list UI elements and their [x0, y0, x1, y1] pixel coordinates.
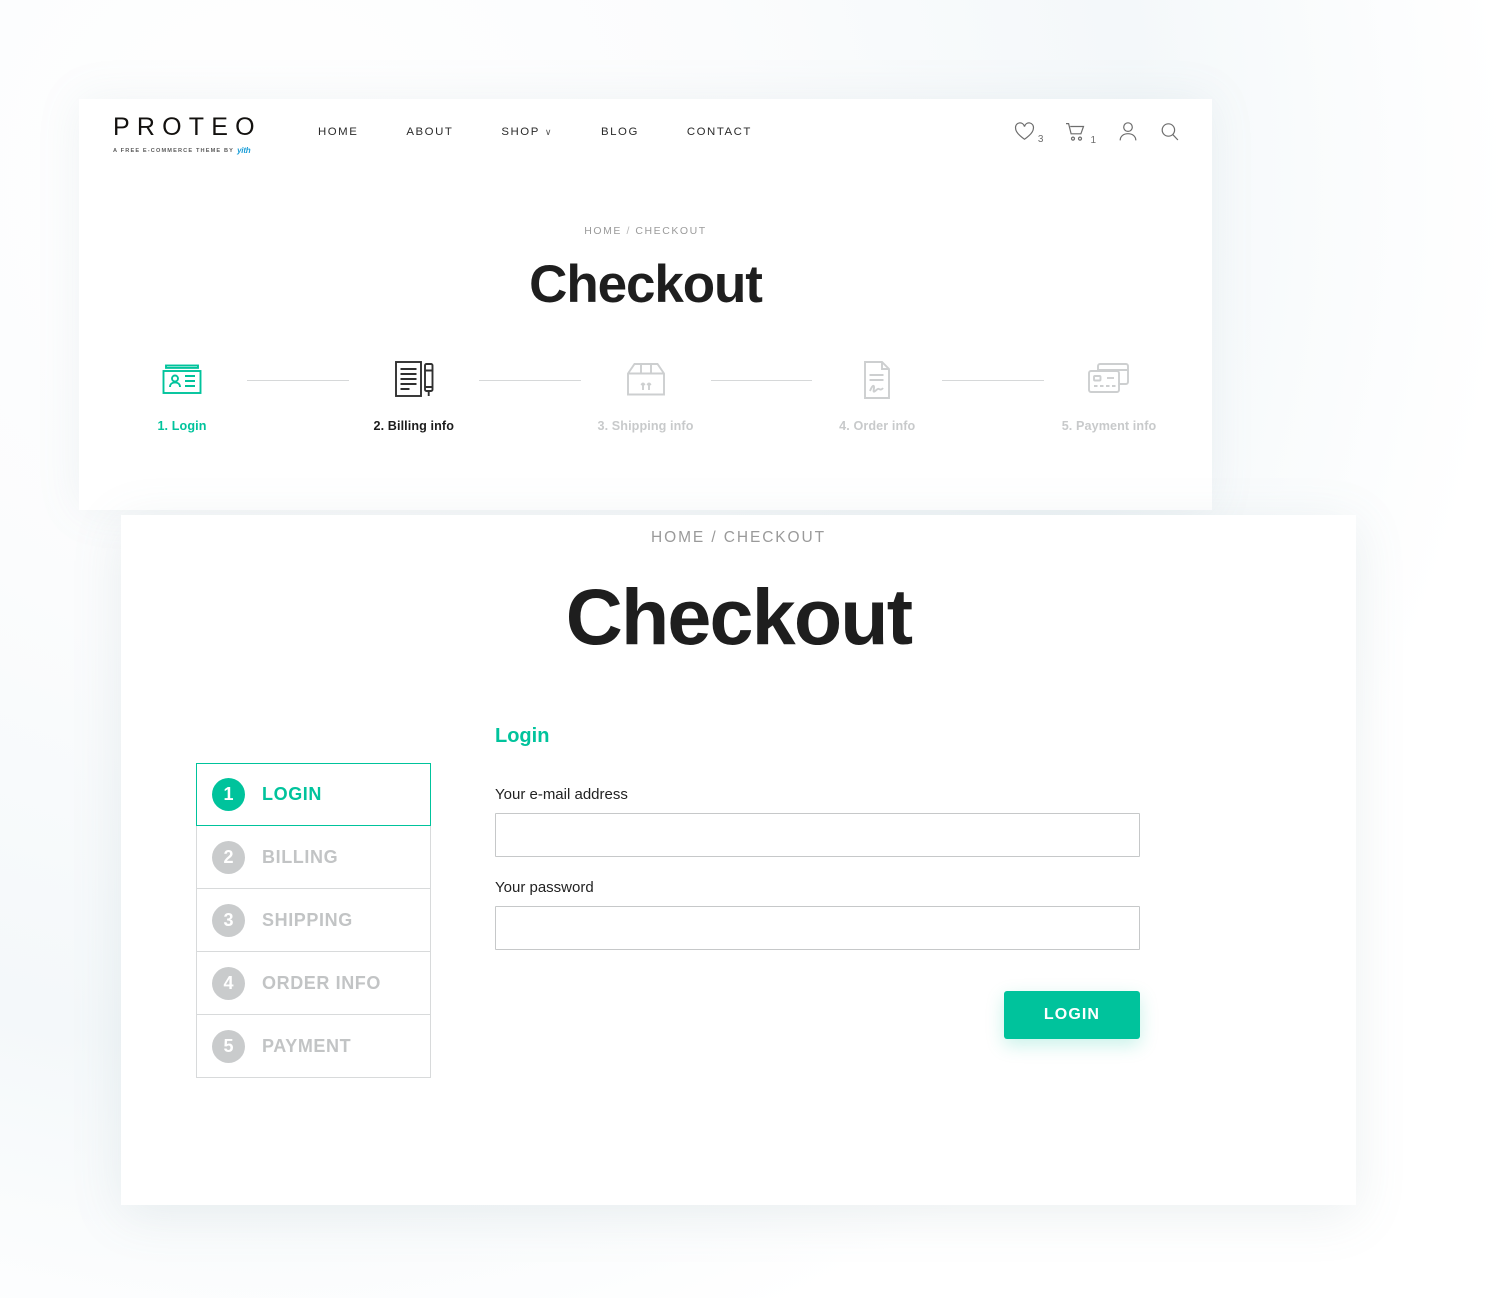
step-nav-label: ORDER INFO — [262, 972, 382, 993]
step-nav-label: BILLING — [262, 846, 339, 867]
account-button[interactable] — [1118, 121, 1138, 147]
progress-step-label: 3. Shipping info — [597, 419, 694, 433]
step-connector — [478, 380, 581, 381]
breadcrumb-current: CHECKOUT — [723, 529, 826, 546]
login-form-heading: Login — [495, 725, 550, 747]
logo-tagline-text: A FREE E-COMMERCE THEME BY — [113, 147, 235, 154]
breadcrumb-current: CHECKOUT — [635, 225, 707, 237]
step-nav-item-billing[interactable]: 2 BILLING — [196, 826, 431, 889]
nav-item-blog[interactable]: BLOG — [577, 126, 663, 138]
logo-tagline: A FREE E-COMMERCE THEME BY yith — [113, 146, 293, 155]
step-number-badge: 2 — [212, 840, 245, 874]
wishlist-count: 3 — [1037, 134, 1044, 145]
checkout-panel: HOME / CHECKOUT Checkout 1 LOGIN 2 BILLI… — [121, 515, 1356, 1205]
progress-step-label: 5. Payment info — [1061, 419, 1157, 433]
checkout-body: 1 LOGIN 2 BILLING 3 SHIPPING 4 ORDER INF… — [121, 725, 1356, 1078]
login-form: Login Your e-mail address Your password … — [495, 725, 1140, 1078]
nav-item-label: HOME — [318, 126, 359, 138]
step-nav-label: PAYMENT — [262, 1035, 352, 1056]
header-icon-group: 3 1 — [1014, 121, 1180, 147]
step-number-badge: 5 — [212, 1029, 245, 1063]
yith-logo: yith — [237, 146, 251, 155]
step-number-badge: 1 — [212, 778, 245, 811]
wishlist-button[interactable]: 3 — [1014, 122, 1044, 146]
nav-item-about[interactable]: ABOUT — [382, 126, 477, 138]
breadcrumb-home[interactable]: HOME — [651, 529, 705, 546]
progress-step-billing[interactable]: 2. Billing info — [349, 357, 479, 433]
progress-step-label: 1. Login — [157, 419, 207, 433]
step-number-badge: 4 — [212, 966, 245, 1000]
checkout-step-nav: 1 LOGIN 2 BILLING 3 SHIPPING 4 ORDER INF… — [196, 763, 431, 1078]
shipping-box-icon — [581, 357, 711, 403]
nav-item-label: CONTACT — [686, 126, 752, 138]
step-nav-item-login[interactable]: 1 LOGIN — [196, 763, 431, 826]
chevron-down-icon: ∨ — [544, 126, 553, 137]
document-pen-icon — [349, 357, 479, 403]
email-field[interactable] — [495, 813, 1140, 857]
login-button[interactable]: LOGIN — [1004, 991, 1140, 1039]
progress-step-payment[interactable]: 5. Payment info — [1044, 357, 1174, 433]
checkout-page-title: Checkout — [565, 572, 913, 661]
nav-item-contact[interactable]: CONTACT — [663, 126, 776, 138]
progress-step-login[interactable]: 1. Login — [117, 357, 247, 433]
step-nav-item-order-info[interactable]: 4 ORDER INFO — [196, 952, 431, 1015]
breadcrumb-home[interactable]: HOME — [584, 225, 622, 237]
nav-item-shop[interactable]: SHOP ∨ — [477, 126, 577, 138]
progress-step-shipping[interactable]: 3. Shipping info — [581, 357, 711, 433]
cart-icon — [1065, 122, 1087, 147]
search-icon — [1160, 122, 1180, 147]
credit-cards-icon — [1044, 357, 1174, 403]
breadcrumb-separator: / — [626, 225, 631, 237]
search-button[interactable] — [1160, 122, 1180, 147]
site-header: PROTEO A FREE E-COMMERCE THEME BY yith H… — [79, 99, 1212, 173]
id-card-icon — [117, 357, 247, 403]
hero-section: HOME / CHECKOUT Checkout — [79, 173, 1212, 315]
password-field-label: Your password — [495, 879, 594, 896]
progress-step-order[interactable]: 4. Order info — [812, 357, 942, 433]
nav-item-home[interactable]: HOME — [318, 126, 382, 138]
step-nav-label: SHIPPING — [262, 909, 353, 930]
main-navigation: HOME ABOUT SHOP ∨ BLOG CONTACT — [318, 126, 776, 138]
user-icon — [1118, 121, 1138, 147]
field-spacer — [495, 857, 1140, 879]
signed-document-icon — [812, 357, 942, 403]
site-logo[interactable]: PROTEO A FREE E-COMMERCE THEME BY yith — [113, 113, 293, 156]
step-nav-item-shipping[interactable]: 3 SHIPPING — [196, 889, 431, 952]
logo-wordmark: PROTEO — [113, 113, 262, 141]
nav-item-label: BLOG — [601, 126, 639, 138]
step-connector — [247, 380, 349, 381]
password-field[interactable] — [495, 906, 1140, 950]
header-hero-panel: PROTEO A FREE E-COMMERCE THEME BY yith H… — [79, 99, 1212, 510]
form-actions: LOGIN — [495, 991, 1140, 1039]
breadcrumb-separator: / — [711, 529, 718, 546]
step-connector — [942, 380, 1044, 381]
nav-item-label: ABOUT — [406, 126, 454, 138]
heart-icon — [1014, 122, 1035, 146]
cart-count: 1 — [1090, 134, 1096, 146]
step-number-badge: 3 — [212, 903, 245, 937]
cart-button[interactable]: 1 — [1065, 122, 1096, 147]
checkout-breadcrumb: HOME / CHECKOUT — [121, 515, 1356, 547]
progress-step-label: 2. Billing info — [373, 419, 455, 433]
breadcrumb: HOME / CHECKOUT — [79, 225, 1212, 237]
progress-step-label: 4. Order info — [839, 419, 916, 433]
email-field-label: Your e-mail address — [495, 786, 628, 803]
nav-item-label: SHOP — [501, 126, 540, 138]
step-connector — [710, 380, 813, 381]
step-nav-label: LOGIN — [262, 784, 322, 804]
progress-step-strip: 1. Login 2. Billing info 3. Shipping inf… — [117, 357, 1174, 433]
step-nav-item-payment[interactable]: 5 PAYMENT — [196, 1015, 431, 1078]
page-title: Checkout — [529, 255, 763, 314]
